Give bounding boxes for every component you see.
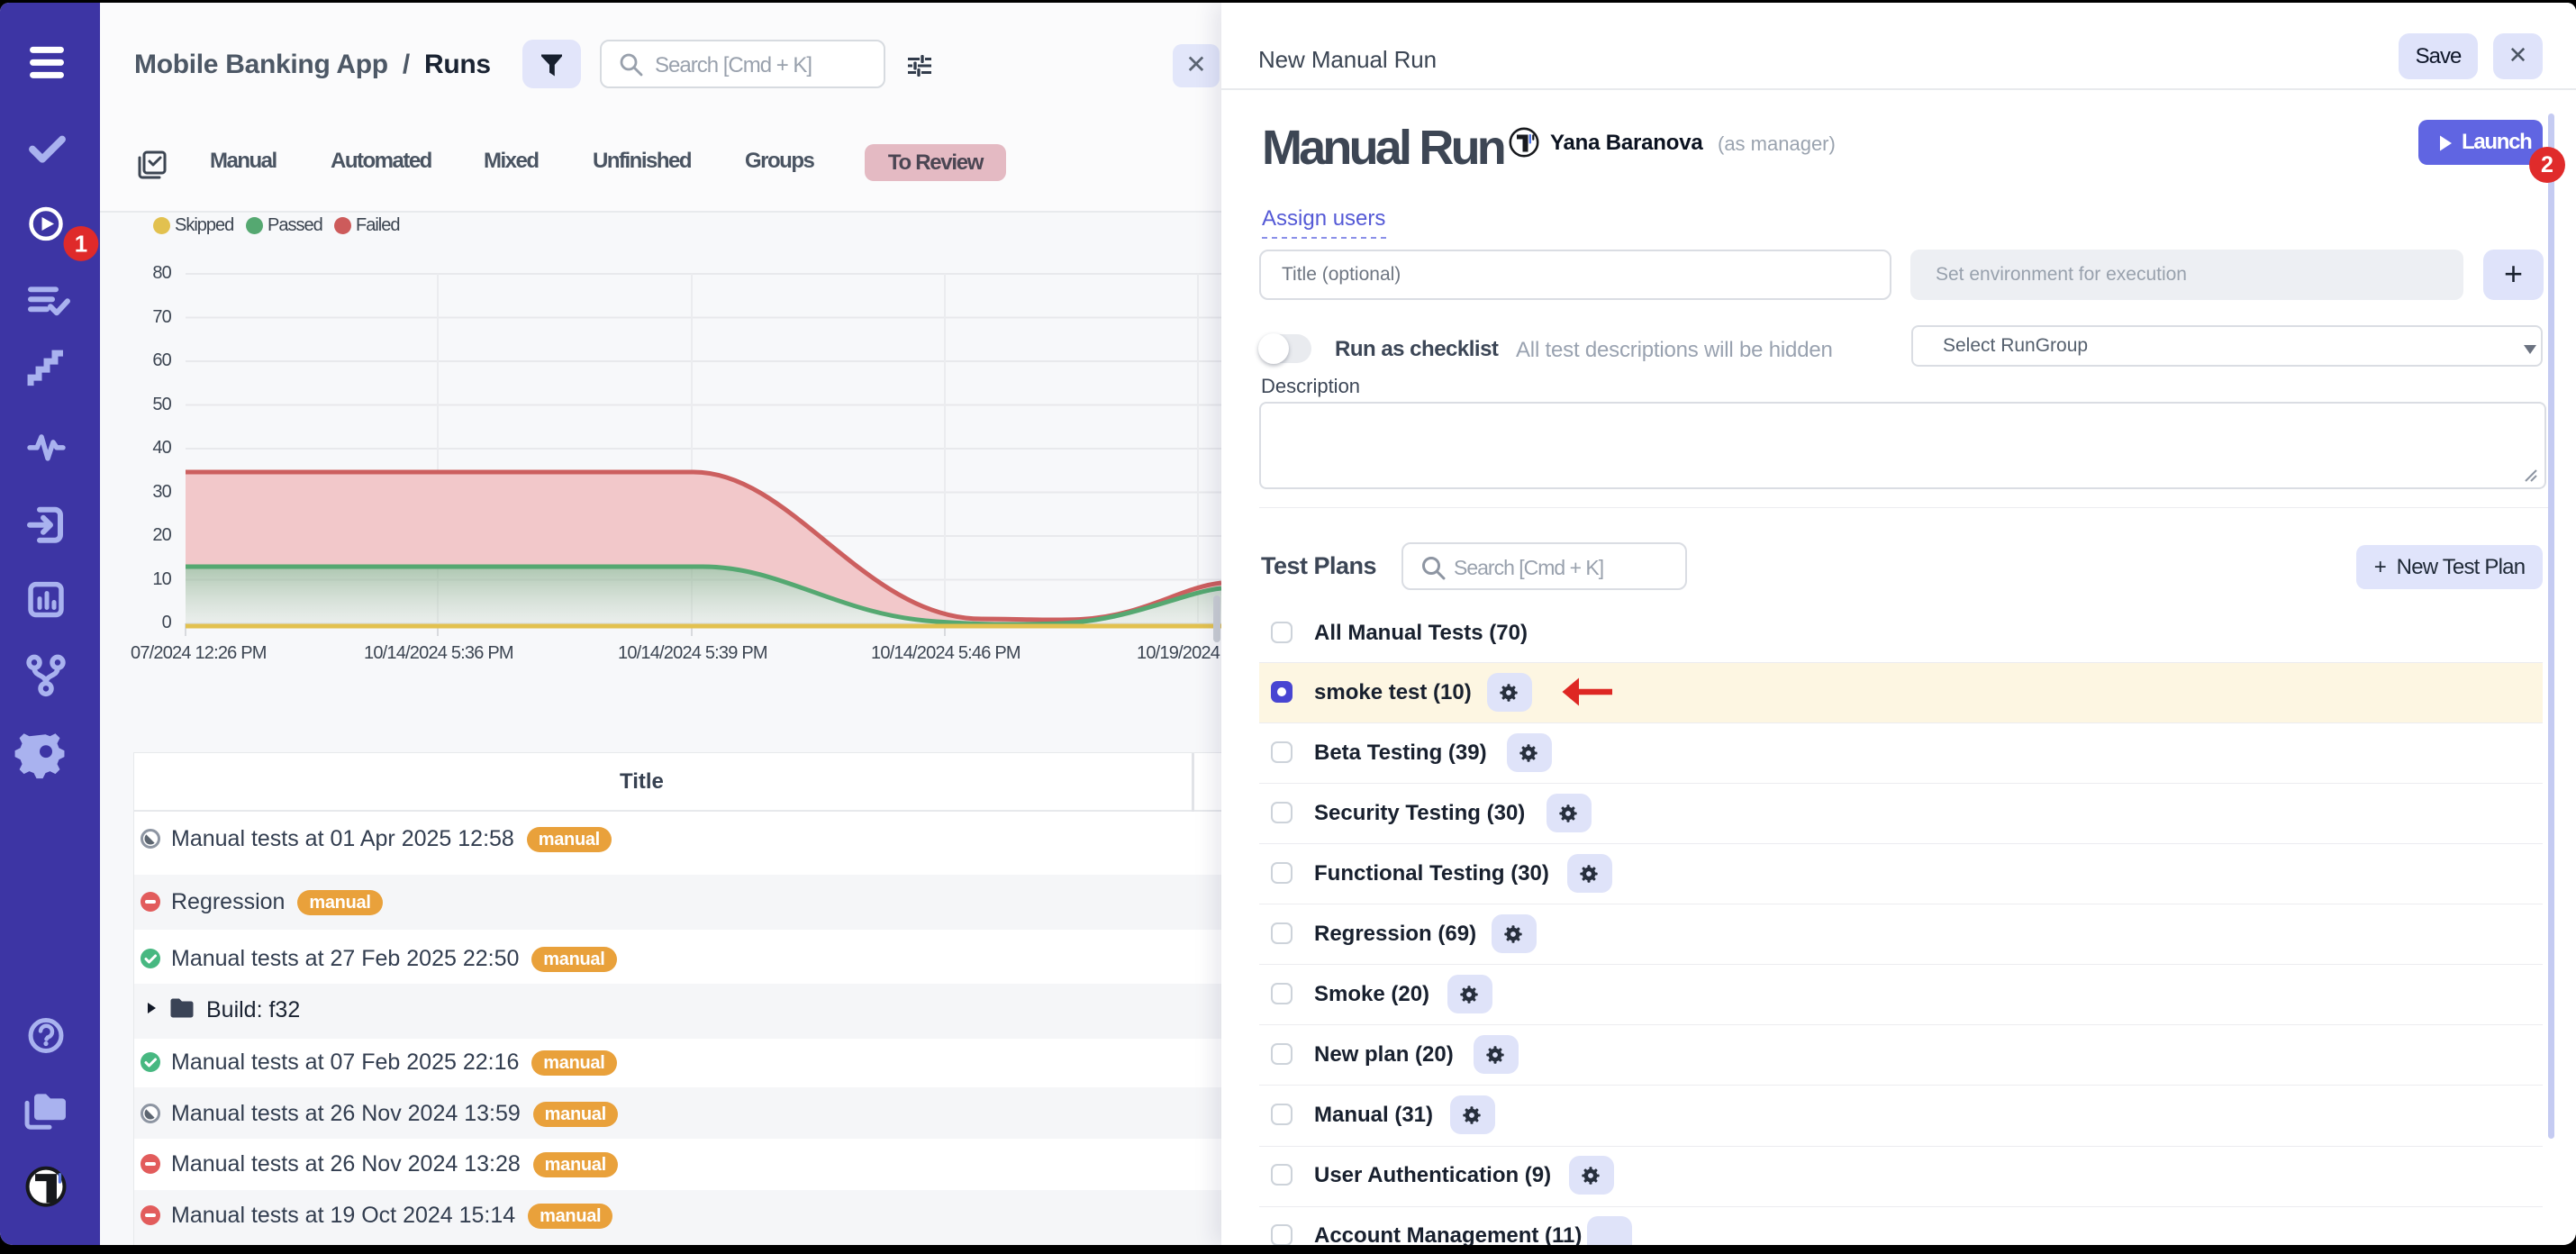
svg-text:1: 1 (75, 232, 87, 257)
